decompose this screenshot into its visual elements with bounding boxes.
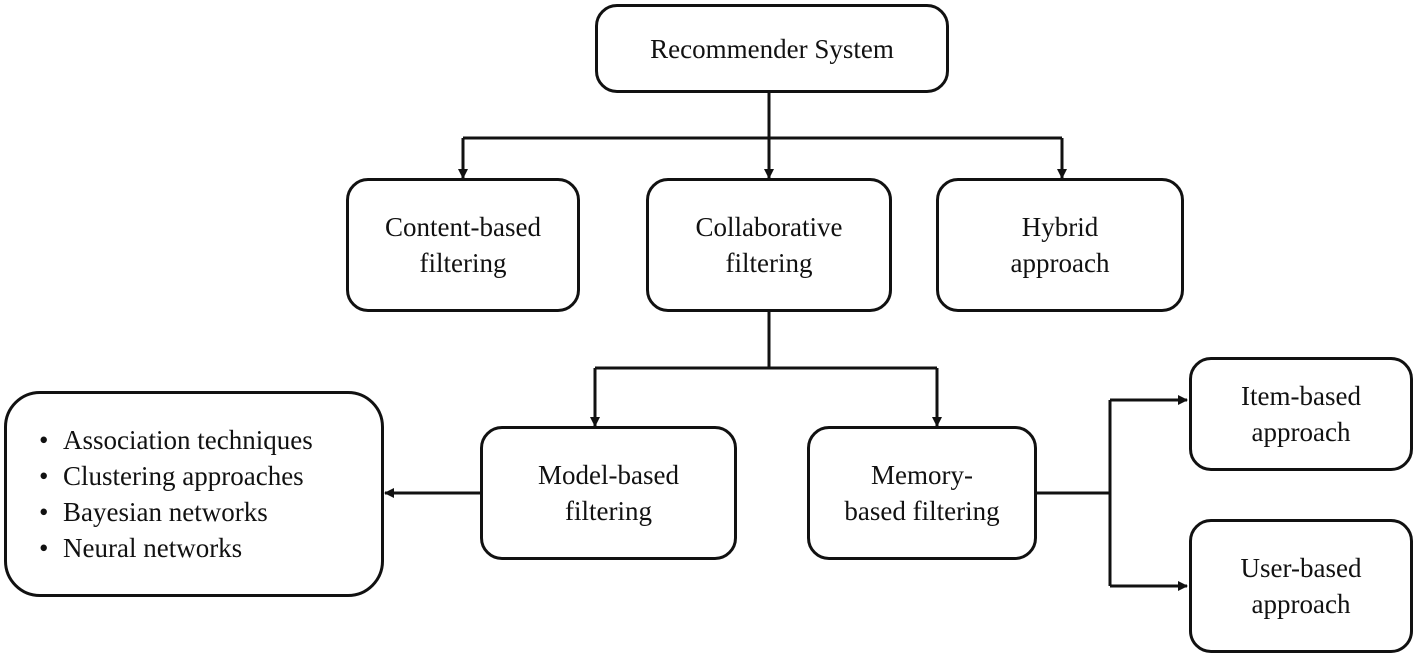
- node-content-based-filtering: Content-based filtering: [346, 178, 580, 312]
- technique-item: Bayesian networks: [39, 494, 313, 530]
- node-label: Recommender System: [650, 33, 894, 64]
- techniques-list: Association techniques Clustering approa…: [39, 422, 313, 566]
- node-user-based-approach: User-based approach: [1189, 519, 1413, 653]
- node-model-based-filtering: Model-based filtering: [480, 426, 737, 560]
- technique-item: Neural networks: [39, 530, 313, 566]
- node-hybrid-approach: Hybrid approach: [936, 178, 1184, 312]
- node-label: Collaborative filtering: [695, 212, 843, 278]
- node-label: Item-based approach: [1241, 381, 1361, 447]
- node-recommender-system: Recommender System: [595, 4, 949, 93]
- node-label: Memory- based filtering: [844, 460, 1000, 526]
- node-label: Content-based filtering: [385, 212, 541, 278]
- node-memory-based-filtering: Memory- based filtering: [807, 426, 1037, 560]
- technique-item: Clustering approaches: [39, 458, 313, 494]
- node-label: Model-based filtering: [538, 460, 679, 526]
- node-label: Hybrid approach: [1010, 212, 1110, 278]
- node-collaborative-filtering: Collaborative filtering: [646, 178, 892, 312]
- node-item-based-approach: Item-based approach: [1189, 357, 1413, 471]
- node-model-techniques-list: Association techniques Clustering approa…: [4, 391, 384, 597]
- technique-item: Association techniques: [39, 422, 313, 458]
- node-label: User-based approach: [1240, 553, 1362, 619]
